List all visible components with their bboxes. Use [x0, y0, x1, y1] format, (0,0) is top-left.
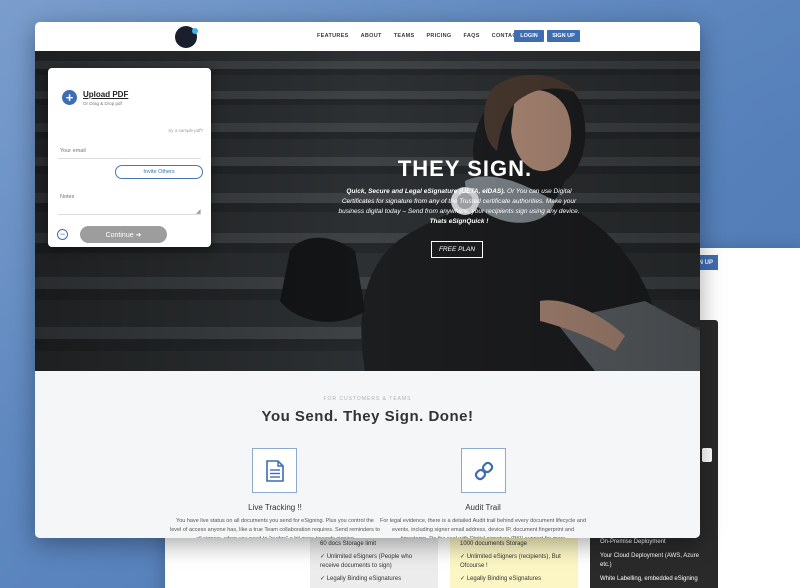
hero-title: THEY SIGN.	[397, 156, 533, 181]
hero-text-tail: Thats eSignQuick !	[429, 218, 489, 225]
top-navbar: FEATURES ABOUT TEAMS PRICING FAQS CONTAC…	[35, 22, 700, 51]
sample-pdf-link[interactable]: try a sample pdf?	[168, 128, 203, 133]
pro-plan-features: 1000 documents Storage ✓ Unlimited eSign…	[450, 537, 578, 588]
resize-handle-icon[interactable]: ◢	[196, 208, 201, 215]
live-tracking-title: Live Tracking !!	[248, 503, 302, 512]
features-title: You Send. They Sign. Done!	[261, 408, 474, 425]
continue-button[interactable]: Continue ➔	[80, 226, 167, 243]
enterprise-badge	[702, 448, 712, 462]
drag-drop-hint: Or Drag & Drop pdf	[83, 101, 122, 106]
nav-link-about[interactable]: ABOUT	[361, 33, 382, 39]
plan-feature: ✓ Legally Binding eSignatures	[320, 576, 402, 582]
upload-pdf-card: + Upload PDF Or Drag & Drop pdf try a sa…	[48, 68, 211, 247]
plan-feature: 1000 documents Storage	[460, 541, 528, 547]
audit-trail-title: Audit Trail	[465, 503, 501, 512]
email-field[interactable]	[58, 143, 201, 159]
signup-button[interactable]: SIGN UP	[547, 30, 580, 42]
nav-link-teams[interactable]: TEAMS	[394, 33, 415, 39]
nav-link-features[interactable]: FEATURES	[317, 33, 349, 39]
upload-pdf-link[interactable]: Upload PDF	[83, 90, 128, 99]
main-browser-window: FEATURES ABOUT TEAMS PRICING FAQS CONTAC…	[35, 22, 700, 538]
chain-link-icon	[474, 461, 493, 480]
live-tracking-text: You have live status on all documents yo…	[170, 518, 380, 538]
hero-description: Quick, Secure and Legal eSignature (UETA…	[335, 187, 583, 227]
invite-others-button[interactable]: Invite Others	[115, 165, 203, 179]
site-logo[interactable]	[175, 26, 198, 48]
plan-feature: ✓ Unlimited eSigners (People who receive…	[320, 554, 413, 569]
plan-feature: ✓ Legally Binding eSignatures	[460, 576, 542, 582]
live-tracking-icon-box	[252, 448, 297, 493]
enterprise-feature: White Labelling, embedded eSigning	[600, 576, 698, 582]
nav-links: FEATURES ABOUT TEAMS PRICING FAQS CONTAC…	[317, 33, 532, 39]
features-eyebrow: FOR CUSTOMERS & TEAMS	[323, 396, 412, 402]
free-plan-button[interactable]: FREE PLAN	[431, 241, 483, 258]
document-icon	[265, 459, 284, 482]
enterprise-feature: Your Cloud Deployment (AWS, Azure etc.)	[600, 553, 699, 568]
remove-icon[interactable]: −	[57, 229, 68, 240]
enterprise-features-list: On-Premise Deployment Your Cloud Deploym…	[600, 538, 710, 588]
nav-link-faqs[interactable]: FAQS	[463, 33, 479, 39]
login-button[interactable]: LOGIN	[514, 30, 544, 42]
add-file-icon[interactable]: +	[62, 90, 77, 105]
notes-field[interactable]	[58, 191, 201, 215]
plan-feature: 60 docs Storage limit	[320, 541, 377, 547]
hero-text-bold: Quick, Secure and Legal eSignature (UETA…	[346, 188, 506, 195]
basic-plan-features: 60 docs Storage limit ✓ Unlimited eSigne…	[310, 537, 438, 588]
features-section: FOR CUSTOMERS & TEAMS You Send. They Sig…	[35, 371, 700, 538]
plan-feature: ✓ Unlimited eSigners (recipients), But O…	[460, 554, 561, 569]
audit-trail-text: For legal evidence, there is a detailed …	[379, 518, 587, 538]
nav-link-pricing[interactable]: PRICING	[426, 33, 451, 39]
audit-trail-icon-box	[461, 448, 506, 493]
enterprise-feature: On-Premise Deployment	[600, 539, 666, 545]
